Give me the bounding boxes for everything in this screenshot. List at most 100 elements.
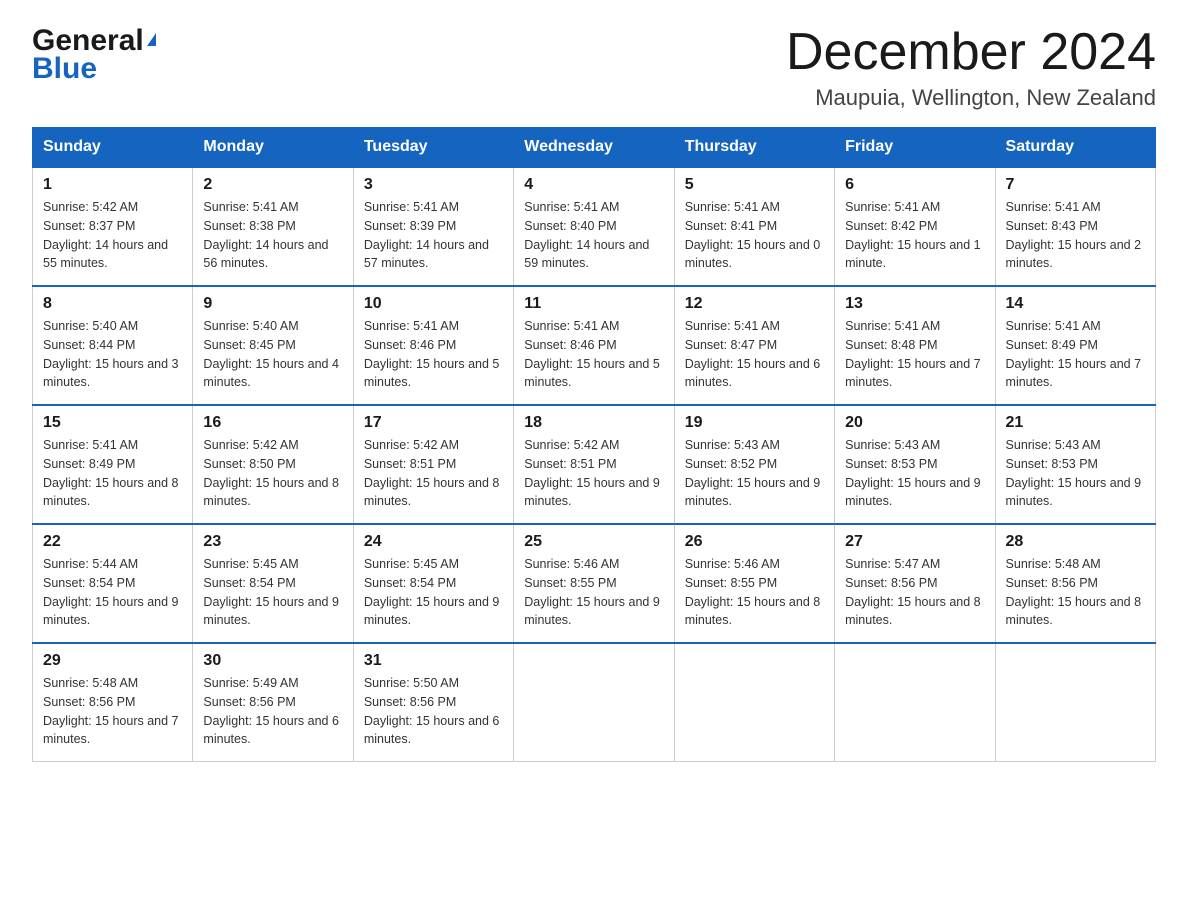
- calendar-cell: 12 Sunrise: 5:41 AMSunset: 8:47 PMDaylig…: [674, 286, 834, 405]
- day-number: 30: [203, 652, 342, 670]
- day-info: Sunrise: 5:41 AMSunset: 8:39 PMDaylight:…: [364, 198, 503, 273]
- calendar-cell: 7 Sunrise: 5:41 AMSunset: 8:43 PMDayligh…: [995, 167, 1155, 286]
- calendar-cell: 6 Sunrise: 5:41 AMSunset: 8:42 PMDayligh…: [835, 167, 995, 286]
- calendar-cell: [514, 643, 674, 762]
- day-info: Sunrise: 5:46 AMSunset: 8:55 PMDaylight:…: [524, 555, 663, 630]
- calendar-cell: 11 Sunrise: 5:41 AMSunset: 8:46 PMDaylig…: [514, 286, 674, 405]
- calendar-cell: 25 Sunrise: 5:46 AMSunset: 8:55 PMDaylig…: [514, 524, 674, 643]
- calendar-cell: 10 Sunrise: 5:41 AMSunset: 8:46 PMDaylig…: [353, 286, 513, 405]
- weekday-header-saturday: Saturday: [995, 128, 1155, 168]
- weekday-header-sunday: Sunday: [33, 128, 193, 168]
- day-number: 16: [203, 414, 342, 432]
- day-number: 5: [685, 176, 824, 194]
- day-number: 25: [524, 533, 663, 551]
- day-number: 17: [364, 414, 503, 432]
- calendar-cell: 24 Sunrise: 5:45 AMSunset: 8:54 PMDaylig…: [353, 524, 513, 643]
- day-info: Sunrise: 5:44 AMSunset: 8:54 PMDaylight:…: [43, 555, 182, 630]
- day-info: Sunrise: 5:41 AMSunset: 8:47 PMDaylight:…: [685, 317, 824, 392]
- day-number: 2: [203, 176, 342, 194]
- day-info: Sunrise: 5:42 AMSunset: 8:51 PMDaylight:…: [524, 436, 663, 511]
- day-info: Sunrise: 5:41 AMSunset: 8:48 PMDaylight:…: [845, 317, 984, 392]
- calendar-cell: 21 Sunrise: 5:43 AMSunset: 8:53 PMDaylig…: [995, 405, 1155, 524]
- weekday-header-row: SundayMondayTuesdayWednesdayThursdayFrid…: [33, 128, 1156, 168]
- calendar-week-row: 8 Sunrise: 5:40 AMSunset: 8:44 PMDayligh…: [33, 286, 1156, 405]
- day-number: 31: [364, 652, 503, 670]
- day-number: 6: [845, 176, 984, 194]
- day-info: Sunrise: 5:43 AMSunset: 8:52 PMDaylight:…: [685, 436, 824, 511]
- weekday-header-friday: Friday: [835, 128, 995, 168]
- calendar-cell: 27 Sunrise: 5:47 AMSunset: 8:56 PMDaylig…: [835, 524, 995, 643]
- day-number: 12: [685, 295, 824, 313]
- day-info: Sunrise: 5:41 AMSunset: 8:49 PMDaylight:…: [43, 436, 182, 511]
- calendar-cell: 20 Sunrise: 5:43 AMSunset: 8:53 PMDaylig…: [835, 405, 995, 524]
- calendar-cell: 31 Sunrise: 5:50 AMSunset: 8:56 PMDaylig…: [353, 643, 513, 762]
- day-number: 11: [524, 295, 663, 313]
- day-number: 20: [845, 414, 984, 432]
- day-number: 15: [43, 414, 182, 432]
- logo: General Blue: [32, 24, 156, 86]
- day-info: Sunrise: 5:46 AMSunset: 8:55 PMDaylight:…: [685, 555, 824, 630]
- calendar-cell: 22 Sunrise: 5:44 AMSunset: 8:54 PMDaylig…: [33, 524, 193, 643]
- calendar-week-row: 1 Sunrise: 5:42 AMSunset: 8:37 PMDayligh…: [33, 167, 1156, 286]
- day-info: Sunrise: 5:43 AMSunset: 8:53 PMDaylight:…: [845, 436, 984, 511]
- calendar-cell: 17 Sunrise: 5:42 AMSunset: 8:51 PMDaylig…: [353, 405, 513, 524]
- calendar-cell: 30 Sunrise: 5:49 AMSunset: 8:56 PMDaylig…: [193, 643, 353, 762]
- calendar-week-row: 15 Sunrise: 5:41 AMSunset: 8:49 PMDaylig…: [33, 405, 1156, 524]
- logo-blue-text: Blue: [32, 52, 97, 86]
- weekday-header-thursday: Thursday: [674, 128, 834, 168]
- calendar-cell: 5 Sunrise: 5:41 AMSunset: 8:41 PMDayligh…: [674, 167, 834, 286]
- day-number: 29: [43, 652, 182, 670]
- day-number: 3: [364, 176, 503, 194]
- calendar-table: SundayMondayTuesdayWednesdayThursdayFrid…: [32, 127, 1156, 762]
- calendar-cell: 3 Sunrise: 5:41 AMSunset: 8:39 PMDayligh…: [353, 167, 513, 286]
- calendar-cell: 8 Sunrise: 5:40 AMSunset: 8:44 PMDayligh…: [33, 286, 193, 405]
- calendar-cell: 16 Sunrise: 5:42 AMSunset: 8:50 PMDaylig…: [193, 405, 353, 524]
- day-info: Sunrise: 5:41 AMSunset: 8:40 PMDaylight:…: [524, 198, 663, 273]
- day-info: Sunrise: 5:48 AMSunset: 8:56 PMDaylight:…: [1006, 555, 1145, 630]
- weekday-header-tuesday: Tuesday: [353, 128, 513, 168]
- day-info: Sunrise: 5:42 AMSunset: 8:51 PMDaylight:…: [364, 436, 503, 511]
- calendar-cell: 1 Sunrise: 5:42 AMSunset: 8:37 PMDayligh…: [33, 167, 193, 286]
- day-number: 4: [524, 176, 663, 194]
- day-number: 14: [1006, 295, 1145, 313]
- day-info: Sunrise: 5:45 AMSunset: 8:54 PMDaylight:…: [364, 555, 503, 630]
- logo-triangle-icon: [147, 33, 156, 46]
- calendar-week-row: 22 Sunrise: 5:44 AMSunset: 8:54 PMDaylig…: [33, 524, 1156, 643]
- day-info: Sunrise: 5:42 AMSunset: 8:37 PMDaylight:…: [43, 198, 182, 273]
- day-info: Sunrise: 5:41 AMSunset: 8:49 PMDaylight:…: [1006, 317, 1145, 392]
- calendar-cell: [674, 643, 834, 762]
- calendar-cell: 15 Sunrise: 5:41 AMSunset: 8:49 PMDaylig…: [33, 405, 193, 524]
- calendar-cell: 9 Sunrise: 5:40 AMSunset: 8:45 PMDayligh…: [193, 286, 353, 405]
- day-number: 9: [203, 295, 342, 313]
- weekday-header-monday: Monday: [193, 128, 353, 168]
- day-info: Sunrise: 5:45 AMSunset: 8:54 PMDaylight:…: [203, 555, 342, 630]
- day-number: 22: [43, 533, 182, 551]
- day-number: 27: [845, 533, 984, 551]
- calendar-cell: [835, 643, 995, 762]
- calendar-cell: 29 Sunrise: 5:48 AMSunset: 8:56 PMDaylig…: [33, 643, 193, 762]
- day-number: 13: [845, 295, 984, 313]
- calendar-cell: 28 Sunrise: 5:48 AMSunset: 8:56 PMDaylig…: [995, 524, 1155, 643]
- day-info: Sunrise: 5:49 AMSunset: 8:56 PMDaylight:…: [203, 674, 342, 749]
- day-number: 28: [1006, 533, 1145, 551]
- day-number: 19: [685, 414, 824, 432]
- day-number: 23: [203, 533, 342, 551]
- day-number: 8: [43, 295, 182, 313]
- calendar-week-row: 29 Sunrise: 5:48 AMSunset: 8:56 PMDaylig…: [33, 643, 1156, 762]
- calendar-cell: 23 Sunrise: 5:45 AMSunset: 8:54 PMDaylig…: [193, 524, 353, 643]
- day-info: Sunrise: 5:41 AMSunset: 8:42 PMDaylight:…: [845, 198, 984, 273]
- calendar-title: December 2024: [786, 24, 1156, 81]
- calendar-cell: 19 Sunrise: 5:43 AMSunset: 8:52 PMDaylig…: [674, 405, 834, 524]
- day-info: Sunrise: 5:48 AMSunset: 8:56 PMDaylight:…: [43, 674, 182, 749]
- day-info: Sunrise: 5:41 AMSunset: 8:41 PMDaylight:…: [685, 198, 824, 273]
- calendar-cell: 2 Sunrise: 5:41 AMSunset: 8:38 PMDayligh…: [193, 167, 353, 286]
- day-number: 24: [364, 533, 503, 551]
- day-number: 7: [1006, 176, 1145, 194]
- day-info: Sunrise: 5:41 AMSunset: 8:46 PMDaylight:…: [524, 317, 663, 392]
- day-info: Sunrise: 5:41 AMSunset: 8:46 PMDaylight:…: [364, 317, 503, 392]
- day-number: 21: [1006, 414, 1145, 432]
- day-info: Sunrise: 5:42 AMSunset: 8:50 PMDaylight:…: [203, 436, 342, 511]
- page-header: General Blue December 2024 Maupuia, Well…: [32, 24, 1156, 111]
- day-info: Sunrise: 5:41 AMSunset: 8:43 PMDaylight:…: [1006, 198, 1145, 273]
- day-info: Sunrise: 5:50 AMSunset: 8:56 PMDaylight:…: [364, 674, 503, 749]
